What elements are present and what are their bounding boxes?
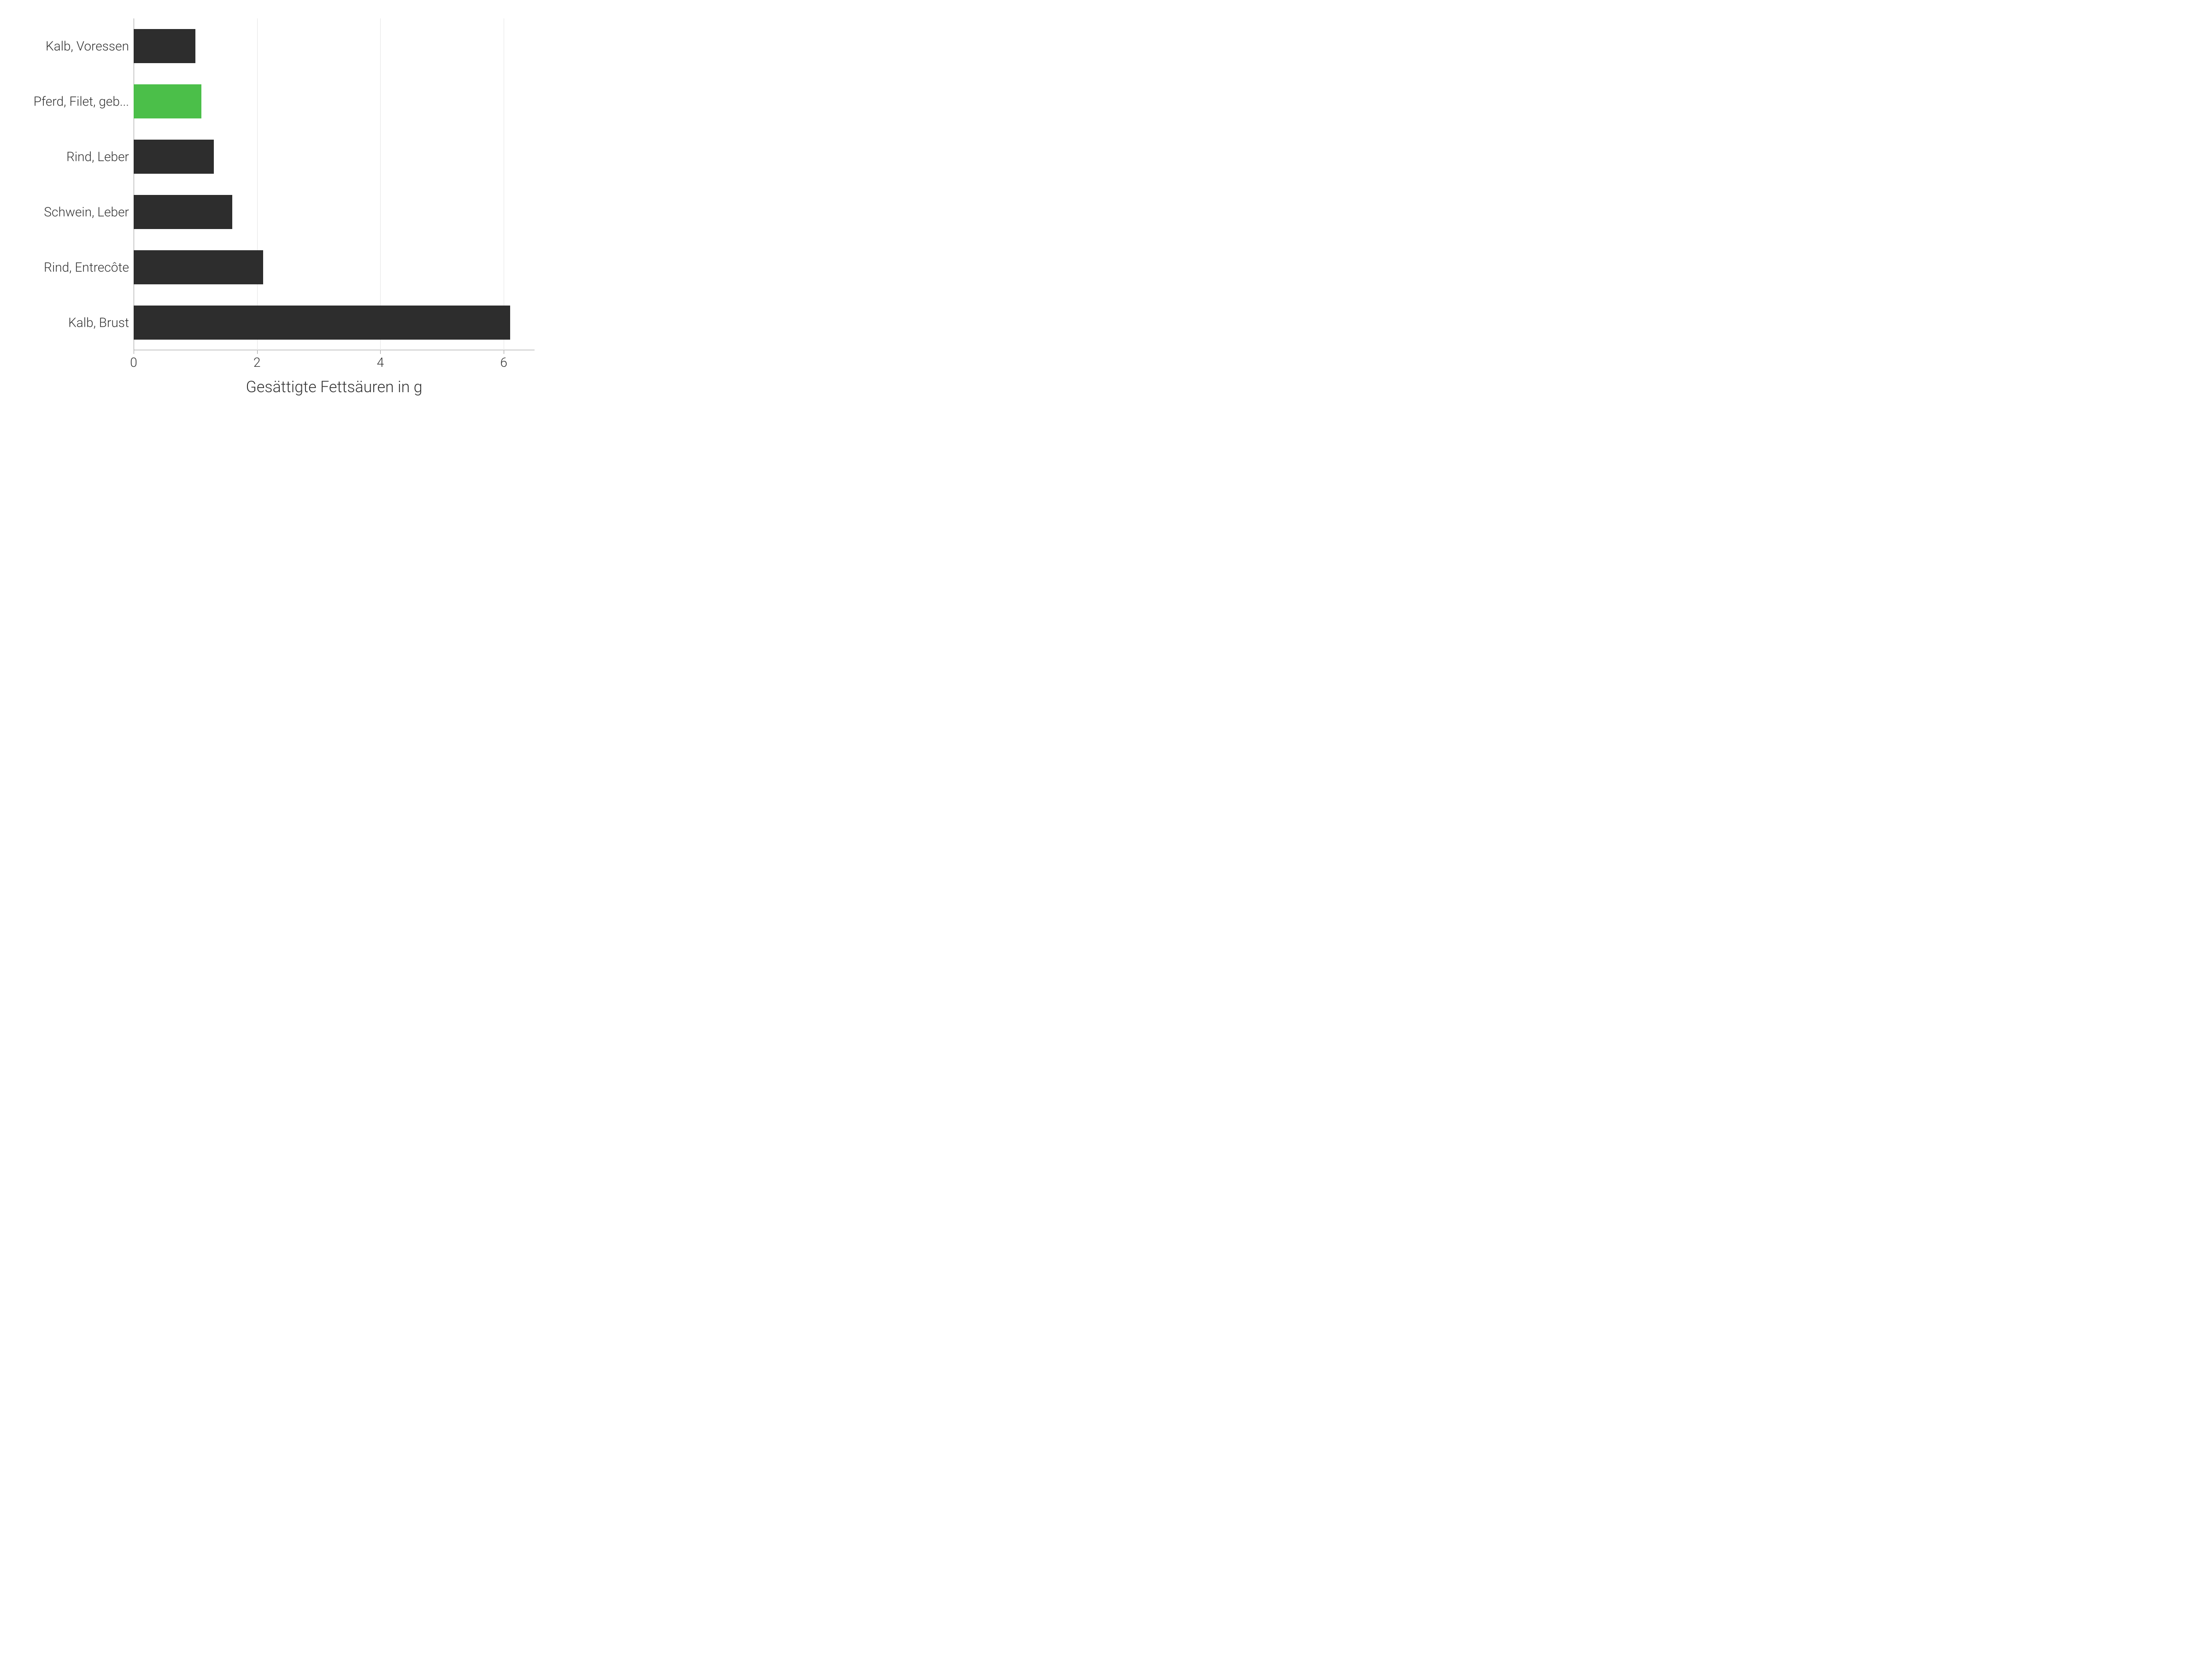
x-tick-label: 6 [500,355,507,370]
bar-chart: Kalb, Voressen Pferd, Filet, geb... Rind… [0,0,553,415]
y-tick-label: Schwein, Leber [9,205,129,220]
bar-schwein-leber [134,195,232,229]
y-tick-label: Pferd, Filet, geb... [9,94,129,109]
plot-area [134,18,535,350]
gridline [257,18,258,350]
y-tick-label: Rind, Entrecôte [9,260,129,275]
x-tick-label: 4 [377,355,384,370]
y-tick-label: Rind, Leber [9,149,129,165]
bar-pferd-filet [134,84,201,118]
x-axis-title: Gesättigte Fettsäuren in g [134,378,535,396]
x-tick-mark [380,350,381,354]
bar-rind-entrecote [134,250,263,284]
bar-rind-leber [134,140,214,174]
x-tick-label: 0 [130,355,137,370]
y-tick-label: Kalb, Brust [9,315,129,330]
bar-kalb-voressen [134,29,195,63]
x-tick-mark [257,350,258,354]
bar-kalb-brust [134,306,510,340]
x-tick-label: 2 [253,355,261,370]
y-tick-label: Kalb, Voressen [9,39,129,54]
gridline [380,18,381,350]
